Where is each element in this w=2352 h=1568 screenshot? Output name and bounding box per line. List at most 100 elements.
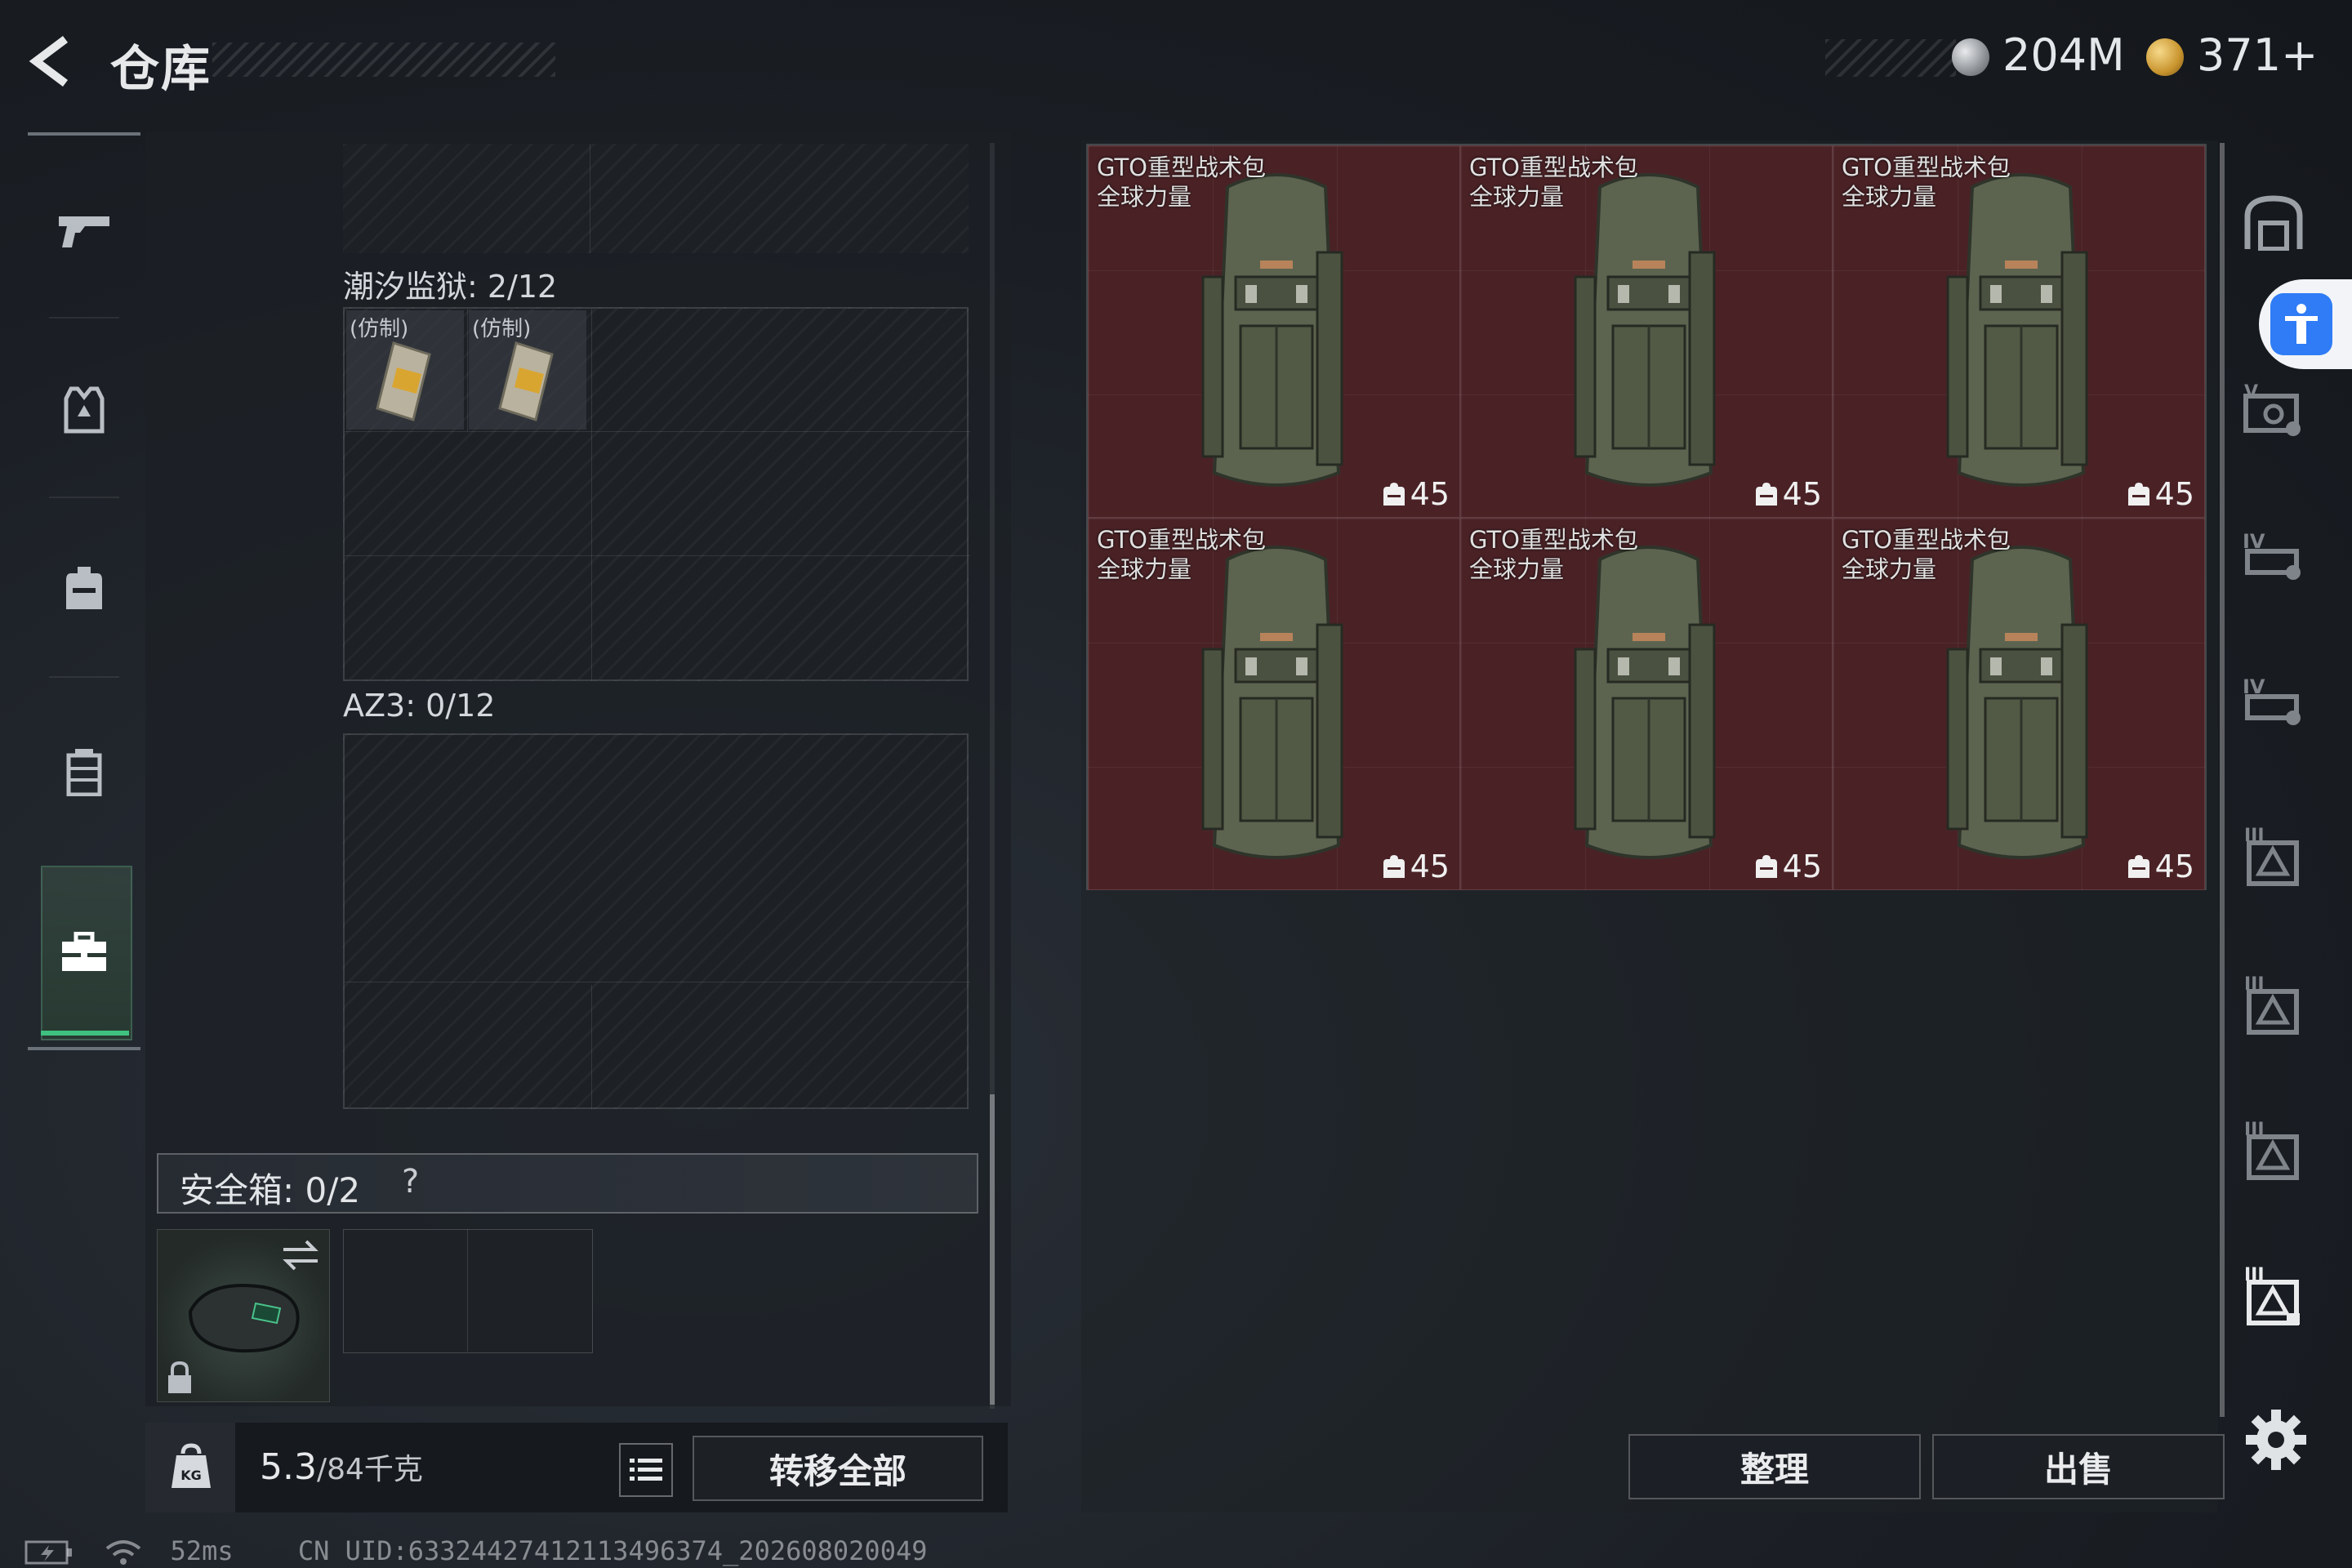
- nav-bottom-divider: [28, 1047, 140, 1050]
- equipment-scrollbar-thumb[interactable]: [990, 1094, 995, 1405]
- item-durability: 45: [1383, 476, 1450, 512]
- storage-tab-case-iv-b[interactable]: IV: [2236, 665, 2311, 740]
- weight-current: 5.3: [260, 1446, 317, 1488]
- case-tier-iv-icon: IV: [2243, 530, 2301, 580]
- inventory-item-ammo[interactable]: (仿制): [346, 310, 464, 430]
- storage-item-card[interactable]: GTO重型战术包 全球力量 45: [1088, 518, 1460, 890]
- storage-tab-box-iii-selected[interactable]: III: [2236, 1258, 2311, 1333]
- inventory-item-ammo[interactable]: (仿制): [469, 310, 586, 430]
- safe-box-label: 安全箱: 0/2: [180, 1170, 361, 1210]
- storage-tab-case-iv-a[interactable]: IV: [2236, 519, 2311, 595]
- weight-max: /84千克: [316, 1453, 423, 1486]
- backpack-small-icon: [1755, 483, 1777, 506]
- item-name-line1: GTO重型战术包: [1842, 526, 2011, 554]
- settings-button[interactable]: [2243, 1406, 2310, 1473]
- item-count-value: 45: [2154, 476, 2194, 512]
- safe-box-empty-slot[interactable]: [343, 1229, 593, 1353]
- accessibility-icon: [2285, 304, 2318, 344]
- storage-item-card[interactable]: GTO重型战术包 全球力量 45: [1088, 145, 1460, 518]
- back-button[interactable]: [24, 33, 82, 90]
- svg-text:KG: KG: [180, 1468, 202, 1483]
- toolbox-icon: [62, 932, 106, 971]
- backpack-image-icon: [1201, 546, 1343, 859]
- item-name-line2: 全球力量: [1842, 555, 1937, 583]
- weight-readout: 5.3/84千克: [260, 1446, 423, 1488]
- box-tier-iii-icon: III: [2244, 826, 2299, 886]
- item-name-line1: GTO重型战术包: [1097, 526, 1266, 554]
- backpack-icon: [66, 567, 102, 609]
- sort-button[interactable]: 整理: [1628, 1434, 1921, 1499]
- item-durability: 45: [2127, 476, 2194, 512]
- item-name: GTO重型战术包 全球力量: [1469, 525, 1638, 584]
- storage-tab-box-iii-c[interactable]: III: [2236, 1112, 2311, 1187]
- nav-item-armor[interactable]: [28, 328, 140, 492]
- nav-separator: [49, 497, 119, 498]
- safe-box-container-slot[interactable]: [157, 1229, 330, 1402]
- item-durability: 45: [1755, 476, 1822, 512]
- backpack-image-icon: [1574, 546, 1716, 859]
- safe-box-help[interactable]: ?: [402, 1163, 419, 1200]
- currency-stripe-decoration: [1825, 39, 1956, 77]
- silver-coin-icon: [1952, 38, 1989, 76]
- nav-item-weapon[interactable]: [28, 149, 140, 312]
- item-durability: 45: [1383, 849, 1450, 884]
- backpack-image-icon: [1946, 546, 2088, 859]
- storage-tab-all[interactable]: [2236, 185, 2311, 260]
- back-arrow-icon: [29, 36, 68, 87]
- upper-container-grid[interactable]: [343, 144, 969, 253]
- backpack-small-icon: [2127, 483, 2149, 506]
- nav-item-backpack[interactable]: [28, 506, 140, 670]
- armor-vest-icon: [64, 386, 105, 434]
- az3-label: AZ3: 0/12: [343, 688, 496, 724]
- safe-box-slot-divider: [467, 1229, 468, 1352]
- box-tier-iii-icon: III: [2244, 974, 2299, 1035]
- storage-item-card[interactable]: GTO重型战术包 全球力量 45: [1460, 145, 1833, 518]
- gold-currency-amount[interactable]: 371+: [2197, 29, 2318, 81]
- accessibility-button[interactable]: [2259, 279, 2352, 369]
- backpack-image-icon: [1574, 173, 1716, 487]
- page-title: 仓库: [110, 41, 212, 98]
- item-durability: 45: [2127, 849, 2194, 884]
- item-name-line1: GTO重型战术包: [1842, 154, 2011, 181]
- battery-charging-icon: [24, 1540, 72, 1565]
- svg-text:V: V: [2244, 383, 2258, 403]
- nav-top-divider: [28, 132, 140, 136]
- nav-separator: [49, 317, 119, 318]
- storage-tab-equipment[interactable]: V: [2236, 374, 2311, 449]
- az3-grid[interactable]: [343, 733, 970, 1109]
- item-name-line2: 全球力量: [1097, 555, 1192, 583]
- storage-item-card[interactable]: GTO重型战术包 全球力量 45: [1833, 145, 2205, 518]
- storage-tab-box-iii-b[interactable]: III: [2236, 967, 2311, 1042]
- item-name: GTO重型战术包 全球力量: [1842, 525, 2011, 584]
- transfer-all-button[interactable]: 转移全部: [693, 1436, 983, 1501]
- nav-item-chest-rig[interactable]: [28, 690, 140, 853]
- item-count-value: 45: [2154, 849, 2194, 884]
- storage-tab-box-iii-a[interactable]: III: [2236, 818, 2311, 893]
- gear-icon: [2246, 1410, 2306, 1470]
- ping-readout: 52ms: [170, 1535, 234, 1566]
- swap-icon[interactable]: [280, 1238, 321, 1271]
- case-tier-iv-icon: IV: [2243, 675, 2301, 725]
- gold-coin-icon: [2146, 38, 2184, 76]
- ammo-box-icon: [376, 341, 431, 421]
- title-stripe-decoration: [212, 42, 555, 77]
- backpack-small-icon: [1383, 483, 1405, 506]
- box-tier-iii-icon: III: [2244, 1265, 2300, 1325]
- storage-item-card[interactable]: GTO重型战术包 全球力量 45: [1833, 518, 2205, 890]
- sell-button[interactable]: 出售: [1932, 1434, 2225, 1499]
- item-name-line1: GTO重型战术包: [1097, 154, 1266, 181]
- item-name-line2: 全球力量: [1469, 555, 1565, 583]
- warehouse-icon: [2244, 195, 2303, 251]
- weight-icon-box: KG: [145, 1423, 235, 1512]
- storage-item-card[interactable]: GTO重型战术包 全球力量 45: [1460, 518, 1833, 890]
- storage-scrollbar[interactable]: [2220, 143, 2225, 1417]
- backpack-small-icon: [1383, 855, 1405, 878]
- backpack-image-icon: [1946, 173, 2088, 487]
- ammo-box-icon: [498, 341, 554, 421]
- list-view-button[interactable]: [619, 1443, 673, 1497]
- item-count-value: 45: [1782, 849, 1822, 884]
- accessibility-icon-wrap: [2270, 293, 2332, 355]
- nav-item-toolbox-icon-wrap: [28, 871, 140, 1034]
- item-durability: 45: [1755, 849, 1822, 884]
- weight-kg-icon: KG: [172, 1443, 211, 1488]
